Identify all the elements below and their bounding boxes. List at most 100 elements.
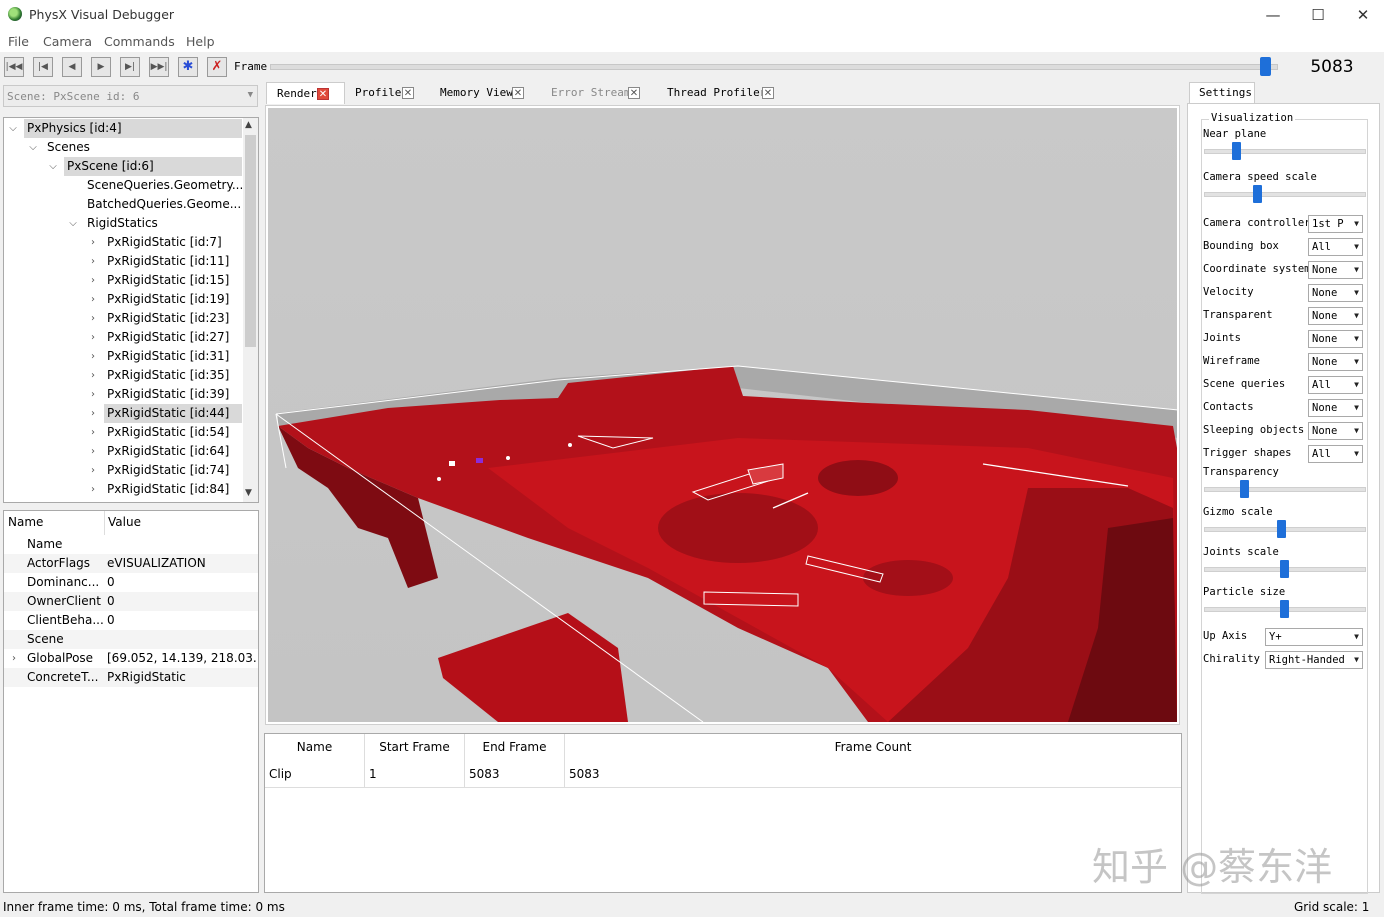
slider-handle[interactable] (1280, 600, 1289, 618)
play-back-icon[interactable]: ◀ (62, 57, 82, 77)
frame-slider[interactable] (270, 64, 1278, 70)
chevron-right-icon[interactable]: › (9, 649, 19, 668)
minimize-button[interactable]: — (1250, 0, 1296, 30)
close-tab-icon[interactable]: ✕ (512, 87, 524, 99)
close-tab-icon[interactable]: ✕ (762, 87, 774, 99)
close-tab-icon[interactable]: ✕ (628, 87, 640, 99)
tree-node[interactable]: › PxRigidStatic [id:7] (91, 233, 242, 252)
tree-node[interactable]: ⌵ PxPhysics [id:4] (9, 119, 242, 138)
setting-select[interactable]: None ▼ (1308, 284, 1363, 302)
tree-node[interactable]: ⌵ PxScene [id:6] (49, 157, 242, 176)
close-tab-icon[interactable]: ✕ (317, 88, 329, 100)
property-row[interactable]: OwnerClient 0 (4, 592, 258, 611)
disconnect-icon[interactable]: ✗ (207, 57, 227, 77)
chevron-down-icon[interactable]: ⌵ (68, 214, 78, 233)
property-row[interactable]: ConcreteT... PxRigidStatic (4, 668, 258, 687)
go-to-start-icon[interactable]: |◀◀ (4, 57, 24, 77)
menu-camera[interactable]: Camera (43, 34, 92, 49)
tree-node[interactable]: ⌵ RigidStatics (69, 214, 242, 233)
slider-handle[interactable] (1252, 185, 1262, 203)
scroll-up-icon[interactable]: ▲ (245, 120, 252, 130)
menu-help[interactable]: Help (186, 34, 215, 49)
slider-track[interactable] (1204, 487, 1366, 492)
slider-handle[interactable] (1280, 560, 1289, 578)
chevron-right-icon[interactable]: › (88, 309, 98, 328)
property-row[interactable]: Dominanc... 0 (4, 573, 258, 592)
step-forward-icon[interactable]: ▶| (120, 57, 140, 77)
step-back-icon[interactable]: |◀ (33, 57, 53, 77)
chevron-right-icon[interactable]: › (88, 290, 98, 309)
tree-node[interactable]: › PxRigidStatic [id:11] (91, 252, 242, 271)
maximize-button[interactable]: ☐ (1295, 0, 1341, 30)
tab-thread-profiler[interactable]: Thread Profiler ✕ (657, 82, 785, 104)
setting-select[interactable]: None ▼ (1308, 261, 1363, 279)
setting-select[interactable]: None ▼ (1308, 307, 1363, 325)
setting-select[interactable]: All ▼ (1308, 445, 1363, 463)
close-button[interactable]: ✕ (1340, 0, 1384, 30)
menu-commands[interactable]: Commands (104, 34, 175, 49)
tree-node[interactable]: › PxRigidStatic [id:39] (91, 385, 242, 404)
chevron-right-icon[interactable]: › (88, 347, 98, 366)
property-row[interactable]: ClientBeha... 0 (4, 611, 258, 630)
tree-node[interactable]: › PxRigidStatic [id:35] (91, 366, 242, 385)
tree-node[interactable]: BatchedQueries.Geome... (84, 195, 242, 214)
play-icon[interactable]: ▶ (91, 57, 111, 77)
setting-select[interactable]: None ▼ (1308, 422, 1363, 440)
clip-cell[interactable]: 1 (365, 761, 465, 788)
chevron-right-icon[interactable]: › (88, 385, 98, 404)
tree-node[interactable]: › PxRigidStatic [id:19] (91, 290, 242, 309)
chevron-right-icon[interactable]: › (88, 423, 98, 442)
connect-icon[interactable]: ✱ (178, 57, 198, 77)
property-row[interactable]: ActorFlags eVISUALIZATION (4, 554, 258, 573)
tree-node[interactable]: › PxRigidStatic [id:74] (91, 461, 242, 480)
go-to-end-icon[interactable]: ▶▶| (149, 57, 169, 77)
setting-select[interactable]: All ▼ (1308, 376, 1363, 394)
tree-node[interactable]: › PxRigidStatic [id:44] (91, 404, 242, 423)
tree-node[interactable]: › PxRigidStatic [id:27] (91, 328, 242, 347)
scroll-down-icon[interactable]: ▼ (245, 488, 252, 498)
setting-select[interactable]: All ▼ (1308, 238, 1363, 256)
tab-profile[interactable]: Profile ✕ (345, 82, 422, 104)
clip-cell[interactable]: 5083 (565, 761, 1181, 788)
tab-render[interactable]: Render ✕ (266, 82, 345, 104)
slider-track[interactable] (1204, 192, 1366, 197)
tree-node[interactable]: SceneQueries.Geometry... (84, 176, 243, 195)
chevron-right-icon[interactable]: › (88, 366, 98, 385)
slider-handle[interactable] (1232, 142, 1241, 160)
setting-select[interactable]: 1st P ▼ (1308, 215, 1363, 233)
tab-settings[interactable]: Settings (1189, 82, 1255, 104)
tree-node[interactable]: › PxRigidStatic [id:54] (91, 423, 242, 442)
property-row[interactable]: Scene (4, 630, 258, 649)
chevron-right-icon[interactable]: › (88, 404, 98, 423)
tree-node[interactable]: › PxRigidStatic [id:23] (91, 309, 242, 328)
setting-select[interactable]: None ▼ (1308, 399, 1363, 417)
tab-memory-view[interactable]: Memory View ✕ (430, 82, 534, 104)
chevron-right-icon[interactable]: › (88, 442, 98, 461)
chevron-right-icon[interactable]: › (88, 328, 98, 347)
tree-node[interactable]: › PxRigidStatic [id:31] (91, 347, 242, 366)
slider-handle[interactable] (1240, 480, 1249, 498)
chevron-right-icon[interactable]: › (88, 271, 98, 290)
slider-handle[interactable] (1276, 520, 1286, 538)
slider-track[interactable] (1204, 149, 1366, 154)
chevron-right-icon[interactable]: › (88, 461, 98, 480)
setting-select[interactable]: Y+ ▼ (1265, 628, 1363, 646)
chevron-down-icon[interactable]: ⌵ (28, 138, 38, 157)
chevron-right-icon[interactable]: › (88, 233, 98, 252)
tree-node[interactable]: › PxRigidStatic [id:64] (91, 442, 242, 461)
property-row[interactable]: › GlobalPose [69.052, 14.139, 218.03... (4, 649, 258, 668)
setting-select[interactable]: Right-Handed ▼ (1265, 651, 1363, 669)
menu-file[interactable]: File (8, 34, 29, 49)
setting-select[interactable]: None ▼ (1308, 330, 1363, 348)
clip-cell[interactable]: Clip (265, 761, 365, 788)
tree-node[interactable]: ⌵ Scenes (29, 138, 242, 157)
tree-node[interactable]: › PxRigidStatic [id:15] (91, 271, 242, 290)
chevron-down-icon[interactable]: ⌵ (48, 157, 58, 176)
tab-error-stream[interactable]: Error Stream ✕ (541, 82, 650, 104)
scene-select[interactable]: Scene: PxScene id: 6 ▼ (3, 85, 258, 107)
property-row[interactable]: Name (4, 535, 258, 554)
tree-node[interactable]: › PxRigidStatic [id:84] (91, 480, 242, 499)
render-viewport[interactable] (265, 105, 1180, 725)
chevron-right-icon[interactable]: › (88, 252, 98, 271)
close-tab-icon[interactable]: ✕ (402, 87, 414, 99)
